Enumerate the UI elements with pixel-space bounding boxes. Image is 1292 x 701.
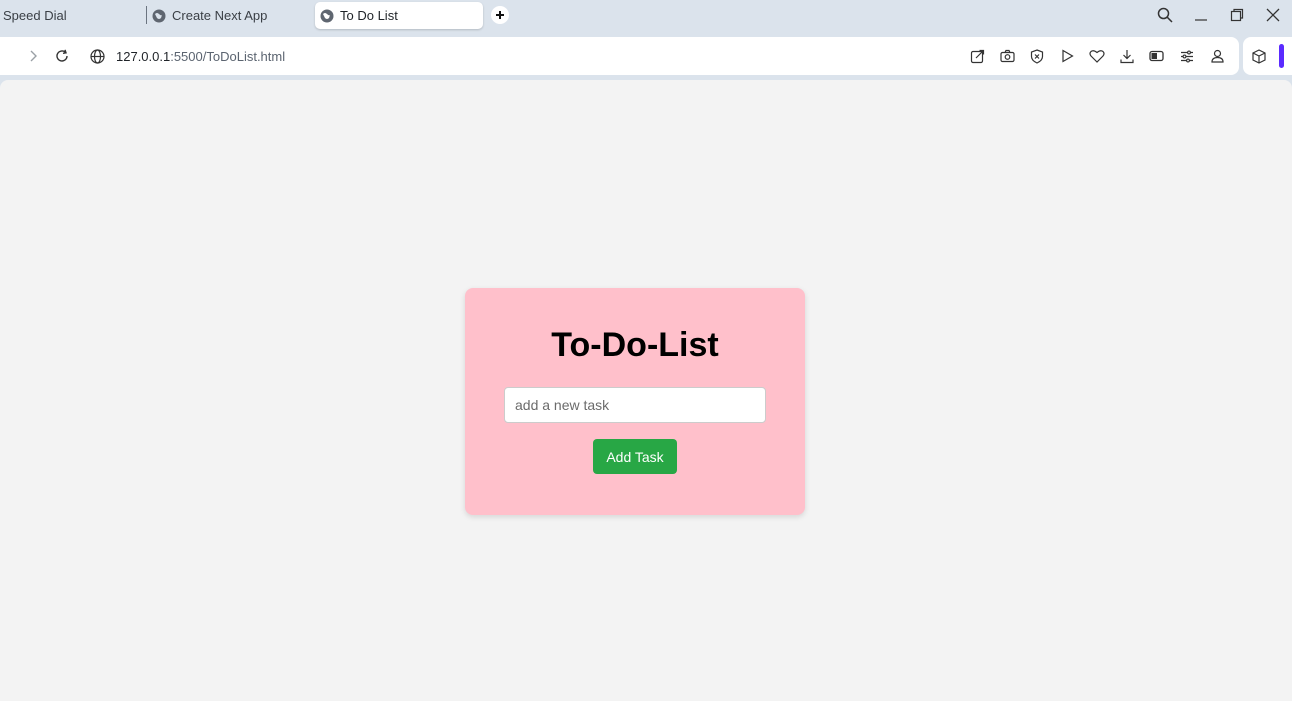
tab-speed-dial[interactable]: Speed Dial bbox=[3, 2, 67, 29]
share-button[interactable] bbox=[968, 47, 986, 65]
url-host: 127.0.0.1 bbox=[116, 49, 171, 64]
minimize-icon bbox=[1195, 19, 1207, 21]
easy-setup-button[interactable] bbox=[1178, 47, 1196, 65]
sidebar-accent-bar bbox=[1279, 44, 1284, 68]
shield-icon bbox=[1030, 48, 1044, 64]
player-button[interactable] bbox=[1058, 47, 1076, 65]
globe-icon bbox=[320, 9, 334, 23]
tab-divider bbox=[146, 6, 147, 24]
user-icon bbox=[1210, 49, 1224, 63]
tab-to-do-list[interactable]: To Do List bbox=[315, 2, 483, 29]
profile-button[interactable] bbox=[1208, 47, 1226, 65]
downloads-button[interactable] bbox=[1118, 47, 1136, 65]
url-path: :5500/ToDoList.html bbox=[170, 49, 286, 64]
tab-label: Speed Dial bbox=[3, 8, 67, 23]
battery-saver-button[interactable] bbox=[1148, 47, 1166, 65]
heart-icon bbox=[1089, 50, 1105, 63]
chevron-right-icon bbox=[30, 50, 37, 62]
sidebar-panel bbox=[1243, 37, 1292, 75]
battery-icon bbox=[1149, 50, 1164, 62]
share-icon bbox=[970, 49, 984, 63]
sliders-icon bbox=[1181, 50, 1193, 62]
plus-icon bbox=[496, 11, 504, 19]
restore-icon bbox=[1230, 8, 1244, 22]
address-toolbar: 127.0.0.1:5500/ToDoList.html bbox=[0, 37, 1239, 75]
page-viewport: To-Do-List Add Task bbox=[0, 80, 1292, 701]
favorites-button[interactable] bbox=[1088, 47, 1106, 65]
forward-button[interactable] bbox=[24, 47, 42, 65]
reload-icon bbox=[56, 49, 68, 62]
snapshot-button[interactable] bbox=[998, 47, 1016, 65]
address-field[interactable]: 127.0.0.1:5500/ToDoList.html bbox=[116, 49, 285, 64]
adblock-button[interactable] bbox=[1028, 47, 1046, 65]
camera-icon bbox=[999, 49, 1015, 63]
globe-icon bbox=[89, 48, 105, 64]
tab-strip: Speed Dial Create Next App To Do List bbox=[0, 0, 1292, 31]
site-info-button[interactable] bbox=[88, 47, 106, 65]
task-input[interactable] bbox=[504, 387, 766, 423]
download-icon bbox=[1120, 49, 1134, 63]
minimize-button[interactable] bbox=[1191, 5, 1211, 25]
close-icon bbox=[1266, 8, 1280, 22]
cube-icon bbox=[1252, 48, 1266, 64]
tab-label: To Do List bbox=[340, 8, 398, 23]
todo-card: To-Do-List Add Task bbox=[465, 288, 805, 515]
search-tabs-button[interactable] bbox=[1155, 5, 1175, 25]
tab-create-next-app[interactable]: Create Next App bbox=[152, 2, 267, 29]
close-window-button[interactable] bbox=[1263, 5, 1283, 25]
new-tab-button[interactable] bbox=[491, 6, 509, 24]
extensions-button[interactable] bbox=[1250, 47, 1268, 65]
tab-label: Create Next App bbox=[172, 8, 268, 23]
restore-button[interactable] bbox=[1227, 5, 1247, 25]
search-icon bbox=[1157, 7, 1173, 23]
play-icon bbox=[1061, 49, 1074, 63]
reload-button[interactable] bbox=[53, 47, 71, 65]
add-task-button[interactable]: Add Task bbox=[593, 439, 677, 474]
globe-icon bbox=[152, 9, 166, 23]
page-title: To-Do-List bbox=[551, 326, 719, 364]
